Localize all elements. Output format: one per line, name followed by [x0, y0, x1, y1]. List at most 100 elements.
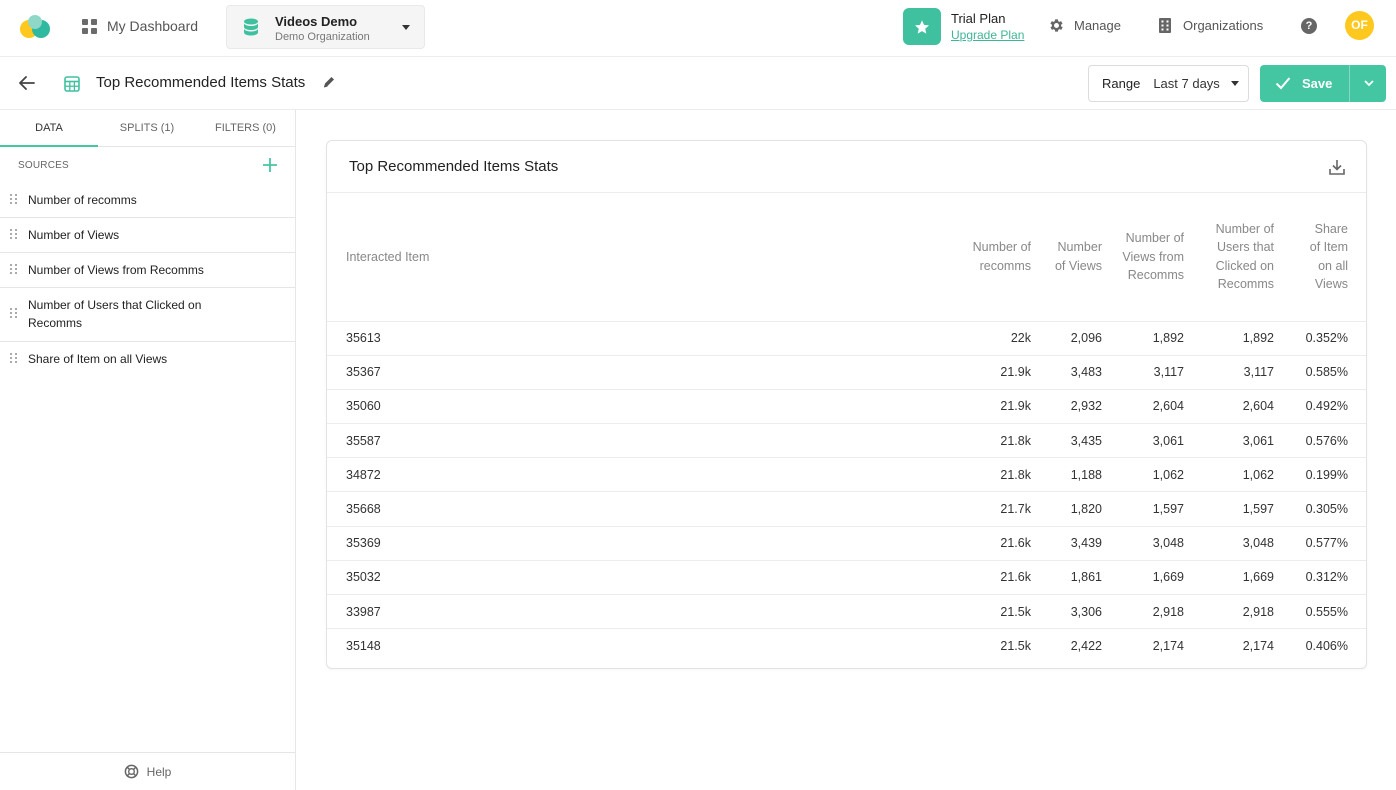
- range-selector[interactable]: Range Last 7 days: [1088, 65, 1249, 102]
- table-cell: 0.312%: [1305, 570, 1348, 585]
- table-cell: 3,483: [1070, 365, 1102, 380]
- source-item[interactable]: Number of Views from Recomms: [0, 253, 295, 288]
- help-label: Help: [146, 764, 172, 779]
- item-id-cell: 35148: [346, 639, 381, 654]
- save-button[interactable]: Save: [1260, 65, 1386, 102]
- table-cell: 2,918: [1242, 604, 1274, 619]
- building-icon: [1159, 18, 1171, 33]
- table-cell: 21.8k: [1000, 433, 1031, 448]
- table-cell: 0.555%: [1305, 604, 1348, 619]
- table-cell: 0.199%: [1305, 467, 1348, 482]
- chevron-down-icon: [402, 25, 410, 30]
- drag-handle-icon[interactable]: [10, 264, 17, 274]
- table-cell: 0.585%: [1305, 365, 1348, 380]
- table-cell: 21.5k: [1000, 639, 1031, 654]
- range-label: Range: [1102, 76, 1141, 91]
- column-header[interactable]: Number of Views: [1049, 193, 1120, 321]
- table-row: 33987 21.5k 3,306 2,918 2,918 0.555%: [327, 595, 1366, 629]
- table-cell: 0.577%: [1305, 536, 1348, 551]
- table-cell: 3,048: [1152, 536, 1184, 551]
- source-item[interactable]: Number of recomms: [0, 183, 295, 218]
- app-logo[interactable]: [18, 13, 52, 39]
- column-header[interactable]: Share of Item on all Views: [1284, 193, 1366, 321]
- table-cell: 2,604: [1152, 399, 1184, 414]
- help-icon[interactable]: ?: [1301, 18, 1317, 34]
- table-cell: 1,892: [1152, 331, 1184, 346]
- table-cell: 21.9k: [1000, 399, 1031, 414]
- table-row: 35032 21.6k 1,861 1,669 1,669 0.312%: [327, 560, 1366, 595]
- project-selector[interactable]: Videos Demo Demo Organization: [226, 5, 425, 49]
- button-divider: [1349, 65, 1350, 102]
- source-item[interactable]: Share of Item on all Views: [0, 342, 295, 377]
- tab-splits[interactable]: SPLITS (1): [98, 110, 196, 147]
- download-icon[interactable]: [1328, 158, 1346, 181]
- table-cell: 22k: [1010, 331, 1031, 346]
- tab-data[interactable]: DATA: [0, 110, 98, 147]
- my-dashboard-link[interactable]: My Dashboard: [82, 17, 198, 35]
- user-avatar[interactable]: OF: [1345, 11, 1374, 40]
- table-cell: 21.6k: [1000, 570, 1031, 585]
- table-header-row: Interacted Item Number of recomms Number…: [327, 193, 1366, 321]
- item-id-cell: 34872: [346, 467, 381, 482]
- column-header[interactable]: Number of Views from Recomms: [1120, 193, 1202, 321]
- pencil-icon[interactable]: [322, 75, 336, 94]
- drag-handle-icon[interactable]: [10, 194, 17, 204]
- table-cell: 3,061: [1242, 433, 1274, 448]
- table-cell: 0.406%: [1305, 639, 1348, 654]
- source-item[interactable]: Number of Views: [0, 218, 295, 253]
- drag-handle-icon[interactable]: [10, 353, 17, 363]
- add-source-plus-icon[interactable]: [263, 158, 277, 177]
- source-item[interactable]: Number of Users that Clicked on Recomms: [0, 288, 295, 342]
- project-title: Videos Demo: [275, 14, 358, 29]
- table-cell: 21.5k: [1000, 604, 1031, 619]
- table-cell: 1,669: [1242, 570, 1274, 585]
- item-id-cell: 35587: [346, 433, 381, 448]
- sidebar-tabs: DATA SPLITS (1) FILTERS (0): [0, 110, 295, 147]
- table-cell: 21.8k: [1000, 467, 1031, 482]
- help-button[interactable]: Help: [0, 752, 295, 790]
- column-header-label: Number of Users that Clicked on Recomms: [1215, 221, 1274, 292]
- table-row: 35369 21.6k 3,439 3,048 3,048 0.577%: [327, 526, 1366, 561]
- column-header[interactable]: Interacted Item: [327, 193, 951, 321]
- tab-filters[interactable]: FILTERS (0): [196, 110, 295, 147]
- upgrade-plan-link[interactable]: Upgrade Plan: [951, 28, 1024, 42]
- table-cell: 2,932: [1070, 399, 1102, 414]
- table-cell: 2,422: [1070, 639, 1102, 654]
- project-organization: Demo Organization: [275, 31, 370, 43]
- organizations-link[interactable]: Organizations: [1158, 17, 1263, 34]
- table-cell: 1,188: [1070, 467, 1102, 482]
- table-cell: 0.576%: [1305, 433, 1348, 448]
- back-arrow-icon[interactable]: [19, 76, 35, 95]
- table-icon: [64, 76, 80, 97]
- column-header[interactable]: Number of recomms: [951, 193, 1049, 321]
- table-cell: 3,306: [1070, 604, 1102, 619]
- save-label: Save: [1302, 76, 1333, 91]
- table-cell: 2,096: [1070, 331, 1102, 346]
- table-cell: 21.6k: [1000, 536, 1031, 551]
- table-row: 35668 21.7k 1,820 1,597 1,597 0.305%: [327, 492, 1366, 527]
- table-row: 35148 21.5k 2,422 2,174 2,174 0.406%: [327, 629, 1366, 663]
- item-id-cell: 35060: [346, 399, 381, 414]
- table-title: Top Recommended Items Stats: [349, 158, 559, 175]
- drag-handle-icon[interactable]: [10, 308, 17, 318]
- manage-link[interactable]: Manage: [1048, 17, 1121, 34]
- table-cell: 3,435: [1070, 433, 1102, 448]
- gear-icon: [1050, 19, 1063, 32]
- table-cell: 0.492%: [1305, 399, 1348, 414]
- stats-table-card: Top Recommended Items Stats Interacted I…: [326, 140, 1367, 669]
- table-cell: 1,062: [1242, 467, 1274, 482]
- table-cell: 1,861: [1070, 570, 1102, 585]
- source-label: Number of Views from Recomms: [28, 263, 204, 277]
- table-cell: 1,669: [1152, 570, 1184, 585]
- plan-title: Trial Plan: [951, 11, 1006, 26]
- database-icon: [243, 18, 259, 41]
- drag-handle-icon[interactable]: [10, 229, 17, 239]
- dashboard-grid-icon: [82, 18, 97, 34]
- save-options-chevron-icon[interactable]: [1363, 77, 1375, 92]
- report-toolbar: Top Recommended Items Stats Range Last 7…: [0, 57, 1396, 110]
- source-label: Share of Item on all Views: [28, 352, 168, 366]
- table-cell: 3,117: [1243, 365, 1274, 380]
- my-dashboard-label: My Dashboard: [107, 18, 199, 34]
- column-header-label: Number of recomms: [972, 240, 1031, 273]
- column-header[interactable]: Number of Users that Clicked on Recomms: [1202, 193, 1284, 321]
